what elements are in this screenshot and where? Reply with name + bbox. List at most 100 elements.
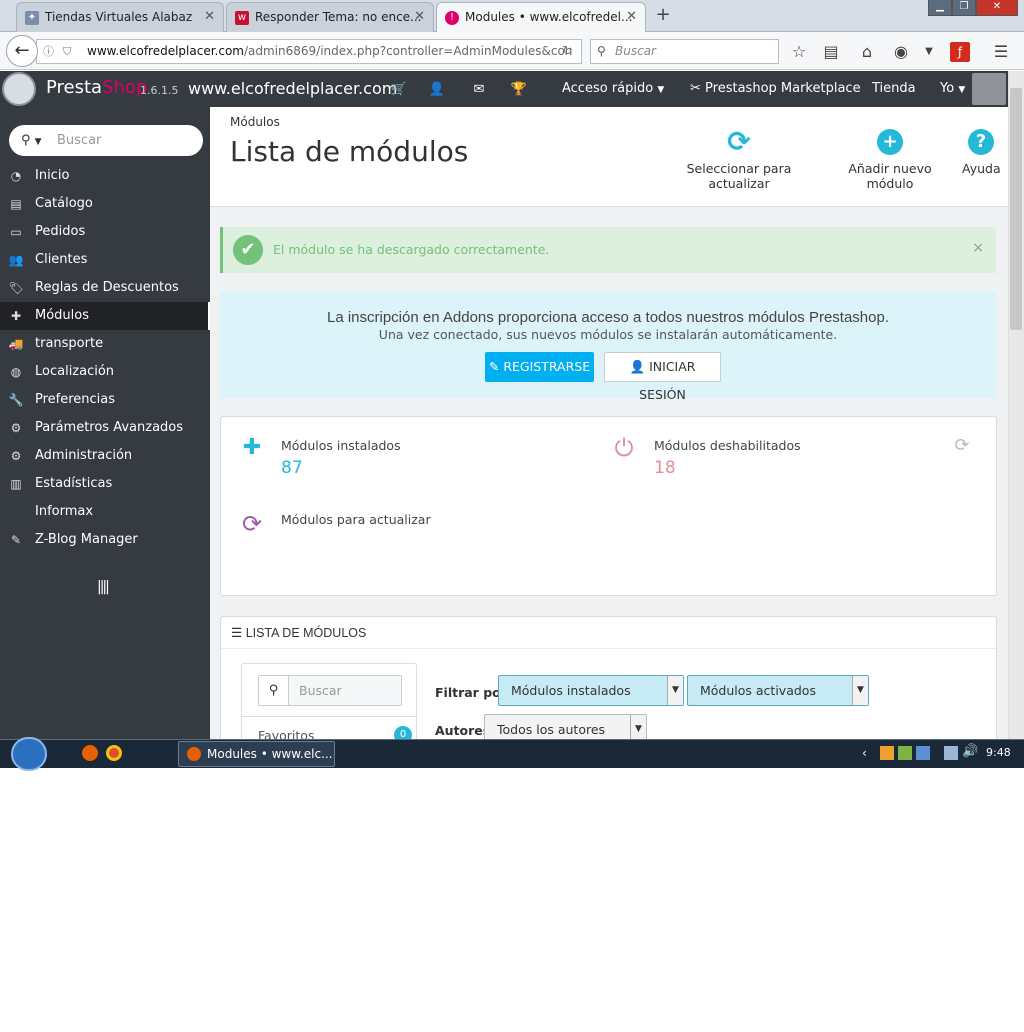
- browser-search-input[interactable]: ⚲ Buscar: [590, 39, 779, 64]
- login-button[interactable]: 👤 INICIAR SESIÓN: [604, 352, 721, 402]
- firefox-icon[interactable]: [82, 745, 98, 761]
- sidebar-item-5[interactable]: 🏷 Reglas de Descuentos: [0, 274, 210, 302]
- disabled-label[interactable]: Módulos deshabilitados: [654, 438, 801, 453]
- sidebar-item-13[interactable]: Informax: [0, 498, 210, 526]
- bookmark-star-icon[interactable]: ☆: [788, 41, 810, 63]
- close-icon[interactable]: ✕: [626, 3, 637, 31]
- envelope-icon[interactable]: ✉: [470, 81, 488, 99]
- sidebar-item-11[interactable]: ⚙ Administración: [0, 442, 210, 470]
- sidebar-item-3[interactable]: ▭ Pedidos: [0, 218, 210, 246]
- sidebar-item-2[interactable]: ▤ Catálogo: [0, 190, 210, 218]
- tray-app-icon[interactable]: [898, 746, 912, 760]
- module-list-heading: ☰ LISTA DE MÓDULOS: [221, 617, 996, 649]
- chevron-down-icon: ▼: [630, 715, 646, 739]
- tachometer-icon: ◔: [10, 169, 22, 183]
- filter-installed-select[interactable]: Módulos instalados ▼: [498, 675, 684, 706]
- chrome-icon[interactable]: [106, 745, 122, 761]
- clock[interactable]: 9:48: [986, 746, 1011, 759]
- chevron-left-icon[interactable]: ‹: [862, 746, 867, 760]
- extension-icon[interactable]: ◉: [890, 41, 912, 63]
- chevron-down-icon[interactable]: ▼: [918, 41, 940, 63]
- authors-select[interactable]: Todos los autores ▼: [484, 714, 647, 739]
- network-icon[interactable]: [944, 746, 958, 760]
- module-search-input[interactable]: ⚲ Buscar: [258, 675, 402, 706]
- browser-tabbar: ✦ Tiendas Virtuales Alabaz ✕ w Responder…: [0, 0, 1024, 33]
- select-update-button[interactable]: ⟳ Seleccionar para actualizar: [663, 128, 815, 192]
- sidebar-item-12[interactable]: ▥ Estadísticas: [0, 470, 210, 498]
- check-circle-icon: ✔: [233, 235, 263, 265]
- edit-icon: ✎: [10, 533, 22, 547]
- tab-label: Responder Tema: no ence...: [255, 10, 422, 24]
- avatar[interactable]: [972, 73, 1006, 105]
- page-scrollbar-thumb[interactable]: [1010, 88, 1022, 330]
- reading-list-icon[interactable]: ▤: [820, 41, 842, 63]
- back-button[interactable]: ←: [6, 35, 38, 67]
- menu-icon[interactable]: ☰: [990, 41, 1012, 63]
- bar-chart-icon: ▥: [10, 477, 22, 491]
- sidebar-collapse-icon[interactable]: ||||: [97, 579, 110, 595]
- filter-installed-value: Módulos instalados: [511, 683, 631, 698]
- breadcrumb[interactable]: Módulos: [230, 115, 280, 129]
- browser-tab-3[interactable]: ! Modules • www.elcofredel... ✕: [436, 2, 646, 33]
- cart-icon[interactable]: 🛒: [390, 81, 408, 99]
- favorites-item[interactable]: Favoritos: [258, 728, 314, 739]
- puzzle-icon: ✚: [10, 309, 22, 323]
- trophy-icon[interactable]: 🏆: [510, 81, 528, 99]
- brand-name[interactable]: PrestaShop: [46, 77, 147, 98]
- window-close-button[interactable]: ✕: [976, 0, 1018, 16]
- store-link[interactable]: Tienda: [872, 81, 916, 96]
- to-update-label[interactable]: Módulos para actualizar: [281, 512, 431, 527]
- close-icon[interactable]: ✕: [414, 3, 425, 31]
- shield-icon[interactable]: ⛉: [63, 40, 71, 63]
- prestashop-logo-icon[interactable]: [2, 72, 36, 106]
- url-path: /admin6869/index.php?controller=AdminMod…: [243, 44, 573, 58]
- reload-icon[interactable]: ↻: [562, 40, 573, 63]
- tray-app-icon[interactable]: [916, 746, 930, 760]
- add-module-label: Añadir nuevo módulo: [848, 161, 932, 191]
- book-icon: ▤: [10, 197, 22, 211]
- list-icon: ☰: [231, 626, 243, 640]
- sidebar-item-1[interactable]: ◔ Inicio: [0, 162, 210, 190]
- select-update-label: Seleccionar para actualizar: [686, 161, 792, 191]
- register-button[interactable]: ✎ REGISTRARSE: [485, 352, 594, 382]
- filter-enabled-value: Módulos activados: [700, 683, 816, 698]
- flash-icon[interactable]: ƒ: [950, 42, 970, 62]
- sidebar-item-7[interactable]: 🚚 transporte: [0, 330, 210, 358]
- sidebar-item-10[interactable]: ⚙ Parámetros Avanzados: [0, 414, 210, 442]
- profile-dropdown[interactable]: Yo ▼: [940, 81, 965, 96]
- help-button[interactable]: ? Ayuda: [962, 129, 1001, 176]
- sidebar-item-4[interactable]: 👥 Clientes: [0, 246, 210, 274]
- add-module-button[interactable]: + Añadir nuevo módulo: [829, 129, 951, 191]
- login-label: INICIAR SESIÓN: [639, 359, 696, 402]
- shop-domain[interactable]: www.elcofredelplacer.com: [188, 79, 397, 98]
- url-bar[interactable]: ⓘ ⛉ www.elcofredelplacer.com/admin6869/i…: [36, 39, 582, 64]
- sidebar-search-input[interactable]: ⚲ ▼ Buscar: [9, 125, 203, 156]
- sidebar-item-9[interactable]: 🔧 Preferencias: [0, 386, 210, 414]
- user-icon[interactable]: 👤: [428, 81, 446, 99]
- java-tray-icon[interactable]: [880, 746, 894, 760]
- sidebar-item-label: Inicio: [35, 168, 70, 183]
- installed-label[interactable]: Módulos instalados: [281, 438, 401, 453]
- close-icon[interactable]: ✕: [204, 3, 215, 31]
- sidebar-item-8[interactable]: ◍ Localización: [0, 358, 210, 386]
- taskbar-firefox-task[interactable]: Modules • www.elc...: [178, 741, 335, 767]
- register-label: REGISTRARSE: [503, 359, 591, 374]
- sidebar-item-14[interactable]: ✎ Z-Blog Manager: [0, 526, 210, 554]
- volume-icon[interactable]: 🔊: [962, 744, 978, 759]
- sidebar-item-6[interactable]: ✚ Módulos: [0, 302, 210, 330]
- marketplace-link[interactable]: ✂ Prestashop Marketplace: [690, 81, 861, 96]
- windows-start-icon[interactable]: [11, 737, 47, 771]
- info-icon[interactable]: ⓘ: [43, 40, 54, 63]
- browser-tab-1[interactable]: ✦ Tiendas Virtuales Alabaz ✕: [16, 2, 224, 32]
- maximize-button[interactable]: ❐: [952, 0, 976, 16]
- alert-close-button[interactable]: ×: [972, 240, 984, 256]
- search-icon[interactable]: ⚲ ▼: [21, 125, 42, 158]
- new-tab-button[interactable]: +: [652, 4, 674, 28]
- quick-access-dropdown[interactable]: Acceso rápido ▼: [562, 81, 664, 96]
- sidebar-item-label: Informax: [35, 504, 94, 519]
- home-icon[interactable]: ⌂: [856, 41, 878, 63]
- refresh-icon[interactable]: ⟳: [949, 433, 975, 459]
- filter-enabled-select[interactable]: Módulos activados ▼: [687, 675, 869, 706]
- minimize-button[interactable]: ▁: [928, 0, 952, 16]
- browser-tab-2[interactable]: w Responder Tema: no ence... ✕: [226, 2, 434, 32]
